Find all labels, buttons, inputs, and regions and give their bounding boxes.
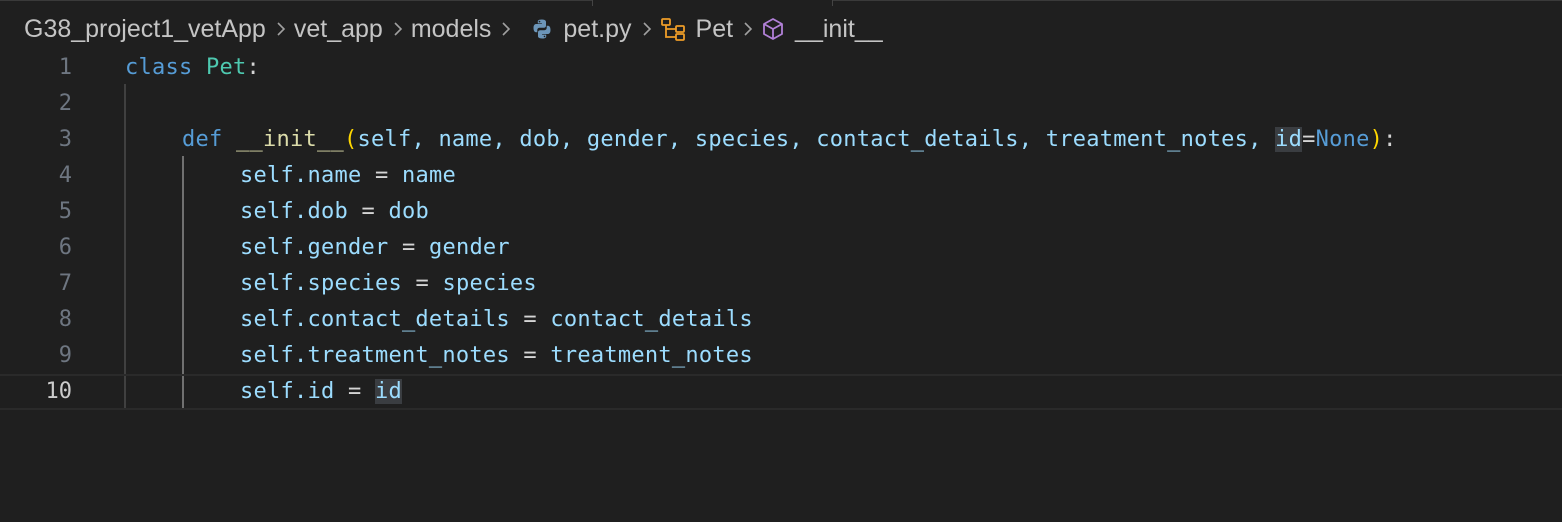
line-number: 1 [58,55,72,80]
breadcrumb-item-init-method[interactable]: __init__ [761,15,883,44]
attribute: self.contact_details [240,307,510,332]
code-line[interactable]: 4 self.name = name [0,158,1562,194]
breadcrumb-item-pet-class[interactable]: Pet [660,14,734,44]
operator: = [347,199,389,224]
code-line[interactable]: 5 self.dob = dob [0,194,1562,230]
breadcrumb: G38_project1_vetApp vet_app models pet.p… [24,10,883,48]
breadcrumb-label: vet_app [293,14,383,43]
chevron-right-icon [500,20,512,38]
code-line[interactable]: 2 [0,86,1562,122]
variable-highlight: id [374,379,402,404]
breadcrumb-item-vet-app[interactable]: vet_app [294,15,383,44]
code-text: self.gender = gender [240,230,510,266]
operator: = [401,271,443,296]
code-text: self.dob = dob [240,194,429,230]
tab-separator [592,0,593,6]
variable: dob [388,199,429,224]
constant: None [1315,127,1370,152]
parameter-highlight: id [1275,127,1303,152]
code-line-current[interactable]: 10 self.id = id [0,374,1562,410]
attribute: self.species [240,271,402,296]
breadcrumb-label: __init__ [795,14,883,43]
code-text: self.id = id [240,374,402,410]
chevron-right-icon [275,20,287,38]
variable: contact_details [550,307,753,332]
code-line[interactable]: 8 self.contact_details = contact_details [0,302,1562,338]
line-number: 7 [58,271,72,296]
attribute: self.treatment_notes [240,343,510,368]
breadcrumb-item-models[interactable]: models [411,15,492,44]
code-editor[interactable]: 1 class Pet: 2 3 def __init__(self, name… [0,50,1562,522]
breadcrumb-label: G38_project1_vetApp [24,14,266,43]
line-number: 8 [58,307,72,332]
code-line[interactable]: 3 def __init__(self, name, dob, gender, … [0,122,1562,158]
breadcrumb-item-pet-py[interactable]: pet.py [531,14,632,44]
keyword: class [125,55,193,80]
code-text: def __init__(self, name, dob, gender, sp… [182,122,1397,158]
method-symbol-icon [761,17,785,41]
bracket: ( [343,127,358,152]
operator: = [509,307,551,332]
operator: = [361,163,402,188]
variable: treatment_notes [550,343,753,368]
python-icon [531,18,553,40]
variable: name [401,163,456,188]
class-name: Pet [205,55,247,80]
punctuation: : [1383,127,1397,152]
breadcrumb-label: pet.py [563,14,632,43]
attribute: self.name [240,163,362,188]
line-number: 6 [58,235,72,260]
code-text: self.species = species [240,266,537,302]
keyword: def [182,127,223,152]
breadcrumb-item-project[interactable]: G38_project1_vetApp [24,15,266,44]
operator: = [388,235,429,260]
code-text: class Pet: [125,50,260,86]
line-number: 9 [58,343,72,368]
chevron-right-icon [742,20,754,38]
breadcrumb-label: models [410,14,492,43]
code-text: self.name = name [240,158,456,194]
code-line[interactable]: 6 self.gender = gender [0,230,1562,266]
function-name: __init__ [236,127,344,152]
parameters: self, name, dob, gender, species, contac… [357,127,1276,152]
code-line[interactable]: 1 class Pet: [0,50,1562,86]
tab-strip-border [833,0,1562,1]
chevron-right-icon [641,20,653,38]
line-number: 2 [58,91,72,116]
code-line[interactable]: 9 self.treatment_notes = treatment_notes [0,338,1562,374]
punctuation: : [246,55,260,80]
operator: = [1302,127,1316,152]
operator: = [509,343,551,368]
tab-strip-border [0,0,592,1]
code-line[interactable]: 7 self.species = species [0,266,1562,302]
line-number: 5 [58,199,72,224]
attribute: self.dob [240,199,348,224]
breadcrumb-label: Pet [695,14,734,43]
operator: = [334,379,375,404]
line-number: 10 [45,379,73,404]
attribute: self.gender [240,235,389,260]
bracket: ) [1369,127,1384,152]
code-text: self.contact_details = contact_details [240,302,753,338]
line-number: 4 [58,163,72,188]
chevron-right-icon [392,20,404,38]
attribute: self.id [240,379,335,404]
variable: gender [428,235,510,260]
class-symbol-icon [660,17,686,41]
line-number: 3 [58,127,72,152]
variable: species [442,271,537,296]
code-text: self.treatment_notes = treatment_notes [240,338,753,374]
